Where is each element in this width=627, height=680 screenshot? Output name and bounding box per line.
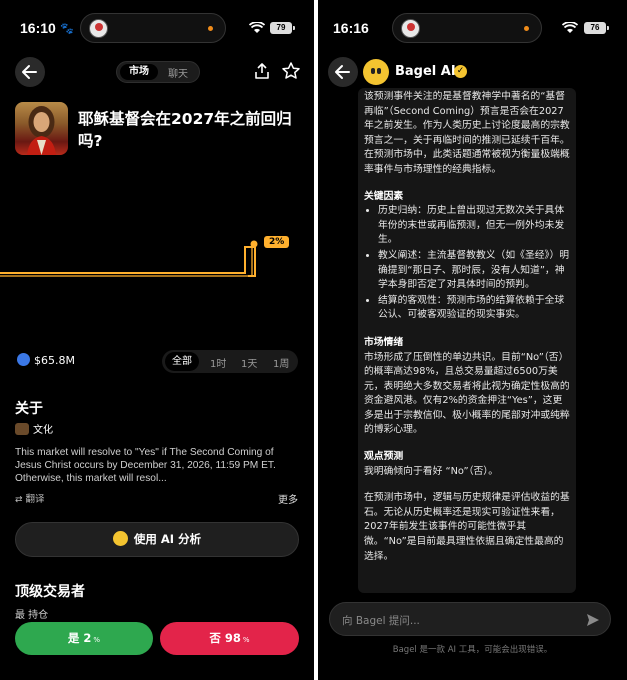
message-intro: 该预测事件关注的是基督教神学中著名的“基督再临”（Second Coming）预… xyxy=(364,91,570,175)
market-title: 耶稣基督会在2027年之前回归吗? xyxy=(78,110,292,150)
top-traders-heading: 顶级交易者 xyxy=(15,584,85,600)
translate-label: 翻译 xyxy=(25,494,45,505)
sentiment-heading: 市场情绪 xyxy=(364,336,404,348)
battery-icon: 76 xyxy=(584,22,609,34)
arrow-left-icon xyxy=(335,65,350,79)
verified-badge-icon: ✓ xyxy=(454,65,467,78)
paw-icon: 🐾 xyxy=(60,22,74,35)
chat-input-placeholder: 向 Bagel 提问... xyxy=(342,615,420,627)
probability-chip: 2% xyxy=(264,236,290,248)
key-factors-heading: 关键因素 xyxy=(364,190,404,202)
conclusion-text: 在预测市场中，逻辑与历史规律是评估收益的基石。无论从历史概率还是现实可验证性来看… xyxy=(364,492,570,562)
time-range-selector: 全部 1时 1天 1周 xyxy=(162,350,298,373)
range-1d[interactable]: 1天 xyxy=(241,355,257,370)
header-title: Bagel AI xyxy=(395,64,456,79)
status-time: 16:16 xyxy=(333,20,369,36)
send-icon[interactable] xyxy=(586,613,600,627)
bagel-logo-icon xyxy=(363,59,389,85)
ai-message-bubble: 该预测事件关注的是基督教神学中著名的“基督再临”（Second Coming）预… xyxy=(358,88,576,593)
holders-tab[interactable]: 最 持仓 xyxy=(15,606,48,621)
tab-market[interactable]: 市场 xyxy=(120,64,158,80)
wifi-icon xyxy=(249,22,265,33)
range-1h[interactable]: 1时 xyxy=(210,355,226,370)
about-heading: 关于 xyxy=(15,401,43,417)
avatar xyxy=(89,19,108,38)
sentiment-text: 市场形成了压倒性的单边共识。目前“No”（否）的概率高达98%，且总交易量超过6… xyxy=(364,351,570,436)
dynamic-island xyxy=(392,13,542,43)
more-button[interactable]: 更多 xyxy=(278,491,298,506)
no-button[interactable]: 否 98% xyxy=(160,622,299,655)
bagel-icon xyxy=(112,531,128,546)
chat-input[interactable]: 向 Bagel 提问... xyxy=(329,602,611,636)
ai-analysis-button[interactable]: 使用 AI 分析 xyxy=(15,522,299,557)
avatar xyxy=(401,19,420,38)
list-item: 教义阐述：主流基督教教义（如《圣经》）明确提到“那日子、那时辰，没有人知道”，神… xyxy=(378,249,572,293)
chat-screen: 16:16 76 Bagel AI ✓ 该预测事件关注的是基督教神学中著名的“基… xyxy=(318,0,627,680)
share-icon[interactable] xyxy=(253,62,271,80)
category-icon xyxy=(15,423,29,435)
forecast-text: 我明确倾向于看好 “No”（否）。 xyxy=(364,465,499,477)
ai-analysis-label: 使用 AI 分析 xyxy=(133,532,202,546)
star-icon[interactable] xyxy=(281,61,301,81)
range-all[interactable]: 全部 xyxy=(165,352,199,371)
recording-dot xyxy=(524,26,529,31)
key-factors-list: 历史归纳：历史上曾出现过无数次关于具体年份的末世或再临预测，但无一例外均未发生。… xyxy=(364,204,572,323)
view-toggle: 市场 聊天 xyxy=(116,61,200,83)
recording-dot xyxy=(208,26,213,31)
market-image xyxy=(15,102,68,155)
arrow-left-icon xyxy=(22,65,37,79)
translate-button[interactable]: ⇄ 翻译 xyxy=(15,491,45,505)
translate-icon: ⇄ xyxy=(15,495,23,505)
chart-endpoint xyxy=(250,240,258,248)
volume: $65.8M xyxy=(17,353,75,367)
coin-icon xyxy=(17,353,30,366)
dynamic-island xyxy=(80,13,226,43)
volume-value: $65.8M xyxy=(34,354,75,367)
yes-button[interactable]: 是 2% xyxy=(15,622,153,655)
market-description: This market will resolve to "Yes" if The… xyxy=(15,447,276,484)
range-1w[interactable]: 1周 xyxy=(273,355,289,370)
list-item: 结算的客观性：预测市场的结算依赖于全球公认、可被客观验证的现实事实。 xyxy=(378,294,572,323)
category-label: 文化 xyxy=(33,425,53,436)
battery-icon: 79 xyxy=(270,22,295,34)
category-tag[interactable]: 文化 xyxy=(15,421,53,436)
back-button[interactable] xyxy=(15,57,45,87)
price-chart xyxy=(0,240,258,277)
list-item: 历史归纳：历史上曾出现过无数次关于具体年份的末世或再临预测，但无一例外均未发生。 xyxy=(378,204,572,248)
tab-chat[interactable]: 聊天 xyxy=(168,65,188,80)
forecast-heading: 观点预测 xyxy=(364,451,404,463)
back-button[interactable] xyxy=(328,57,358,87)
ai-disclaimer: Bagel 是一款 AI 工具，可能会出现错误。 xyxy=(392,645,553,655)
yes-label: 是 2 xyxy=(67,631,92,645)
market-screen: 16:10 🐾 79 市场 聊天 耶稣基督会在2027年之前回归吗? 2% $6… xyxy=(0,0,314,680)
no-label: 否 98 xyxy=(209,631,241,645)
wifi-icon xyxy=(562,22,578,33)
status-time: 16:10 xyxy=(20,20,56,36)
